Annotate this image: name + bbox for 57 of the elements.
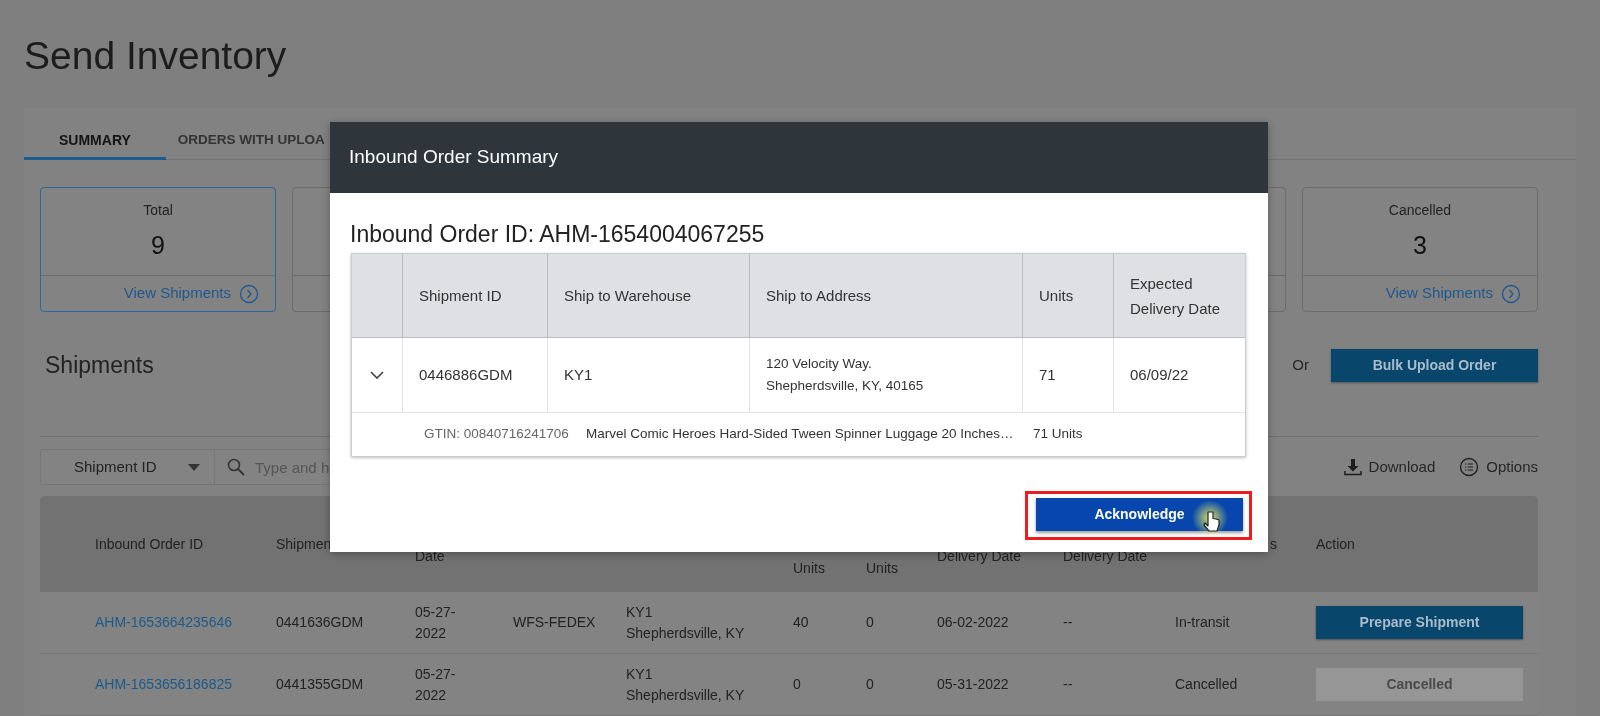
table-cell-text: 05-27-2022 (415, 602, 457, 643)
table-cell-text: 05-31-2022 (937, 675, 1010, 694)
table-cell-text: 0 (866, 613, 875, 632)
table-cell-text: In-transit (1175, 613, 1231, 632)
table-cell-text: Cancelled (1175, 675, 1239, 694)
page-title: Send Inventory (23, 33, 288, 79)
column-header: Units (1022, 254, 1113, 337)
table-cell-text: 06-02-2022 (937, 613, 1010, 632)
order-id-heading: Inbound Order ID: AHM-1654004067255 (350, 220, 766, 249)
tab[interactable]: SUMMARY (24, 108, 166, 160)
bulk-upload-button[interactable]: Bulk Upload Order (1331, 349, 1538, 382)
units-text: 71 Units (1033, 425, 1083, 444)
table-cell-text: 0 (866, 675, 875, 694)
column-header: Units (866, 559, 899, 578)
tab[interactable]: ORDERS WITH UPLOA (165, 108, 325, 160)
table-cell-text: KY1 Shepherdsville, KY (626, 602, 746, 643)
table-cell-text: 05-27-2022 (415, 664, 457, 705)
caret-icon (188, 463, 200, 471)
action-button[interactable]: Prepare Shipment (1316, 606, 1523, 639)
table-cell-text: -- (1063, 675, 1074, 694)
chevron-icon[interactable] (370, 370, 384, 380)
table-cell-text: -- (1063, 613, 1074, 632)
table-cell-text: WFS-FEDEX (513, 613, 597, 632)
table-cell-text: 0 (793, 675, 802, 694)
card-label: Total (142, 201, 174, 220)
column-header: Action (1316, 535, 1356, 554)
options-link[interactable]: Options (1486, 455, 1538, 479)
table-cell-text: KY1 Shepherdsville, KY (626, 664, 746, 705)
product-name: Marvel Comic Heroes Hard-Sided Tween Spinner Luggage 20 Inches… (586, 425, 1015, 444)
download-icon[interactable] (1343, 458, 1362, 476)
column-header: Shipmen (276, 535, 333, 554)
filter-select[interactable]: Shipment ID (40, 449, 215, 485)
modal-title: Inbound Order Summary (330, 122, 1268, 193)
table-cell-text: 40 (793, 613, 810, 632)
table-cell: 71 (1022, 338, 1113, 412)
search-icon (227, 458, 245, 476)
column-header: Ship to Address (749, 254, 1022, 337)
column-header: s (1269, 535, 1278, 554)
column-header: Ship to Warehouse (547, 254, 749, 337)
card-label: Cancelled (1387, 201, 1453, 220)
table-cell: 06/09/22 (1113, 338, 1247, 412)
gtin-text: GTIN: 00840716241706 (424, 425, 570, 444)
table-cell: 0446886GDM (402, 338, 547, 412)
table-cell: KY1 (547, 338, 749, 412)
or-text: Or (1292, 355, 1309, 376)
column-header: Units (793, 559, 826, 578)
column-header: Expected Delivery Date (1113, 254, 1247, 337)
download-link[interactable]: Download (1368, 455, 1436, 479)
column-header: Inbound Order ID (95, 535, 205, 554)
card-count: 3 (1412, 230, 1428, 261)
table-cell-text: 0441355GDM (276, 675, 365, 694)
column-header: Shipment ID (402, 254, 547, 337)
table-cell: 120 Velocity Way. Shepherdsville, KY, 40165 (749, 338, 1022, 412)
card-count: 9 (150, 230, 166, 261)
table-cell-text: 0441636GDM (276, 613, 365, 632)
section-heading: Shipments (45, 351, 154, 380)
list-circle-icon[interactable] (1459, 457, 1480, 477)
